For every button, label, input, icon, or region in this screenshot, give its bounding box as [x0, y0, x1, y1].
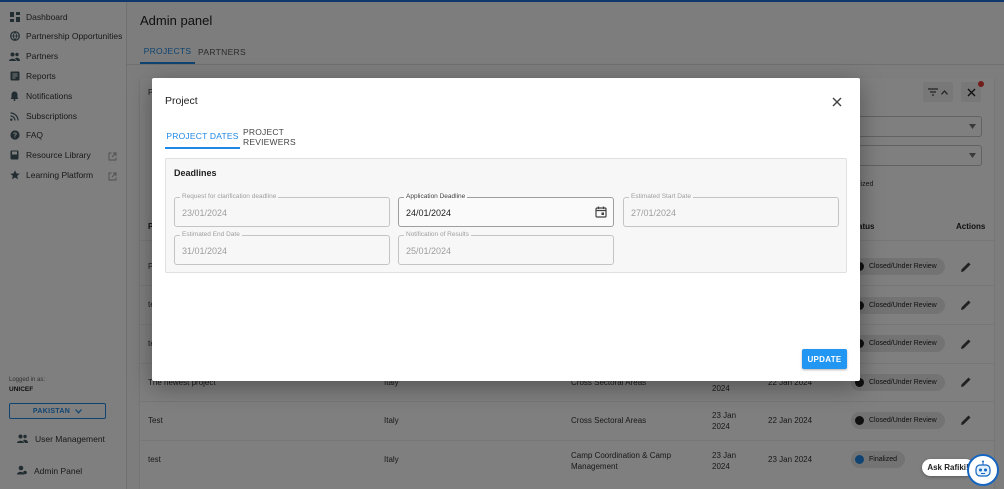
estimated-end-date-field: Estimated End Date 31/01/2024	[174, 231, 390, 265]
deadlines-section: Deadlines Request for clarification dead…	[165, 158, 847, 273]
field-label: Notification of Results	[404, 231, 471, 238]
close-icon	[832, 97, 842, 107]
field-value: 25/01/2024	[406, 246, 452, 256]
field-label: Estimated End Date	[180, 231, 242, 238]
rafiki-bot-avatar[interactable]	[967, 454, 999, 486]
tab-project-dates[interactable]: PROJECT DATES	[165, 125, 240, 149]
tab-project-reviewers[interactable]: PROJECT REVIEWERS	[243, 125, 329, 149]
estimated-start-date-field: Estimated Start Date 27/01/2024	[623, 193, 839, 227]
field-value: 27/01/2024	[631, 208, 677, 218]
section-title: Deadlines	[174, 168, 217, 178]
notification-of-results-field: Notification of Results 25/01/2024	[398, 231, 614, 265]
field-label: Estimated Start Date	[629, 193, 693, 200]
field-label: Application Deadline	[404, 193, 468, 200]
clarification-deadline-field: Request for clarification deadline 23/01…	[174, 193, 390, 227]
update-button[interactable]: UPDATE	[802, 349, 847, 369]
robot-icon	[975, 460, 991, 477]
close-dialog-button[interactable]	[830, 95, 844, 109]
field-value: 23/01/2024	[182, 208, 228, 218]
calendar-icon[interactable]	[595, 206, 607, 218]
field-value: 24/01/2024	[406, 208, 452, 218]
dialog-title: Project	[165, 95, 198, 107]
application-deadline-field[interactable]: Application Deadline 24/01/2024	[398, 193, 614, 227]
field-value: 31/01/2024	[182, 246, 228, 256]
project-dialog: Project PROJECT DATES PROJECT REVIEWERS …	[152, 78, 860, 381]
field-label: Request for clarification deadline	[180, 193, 279, 200]
